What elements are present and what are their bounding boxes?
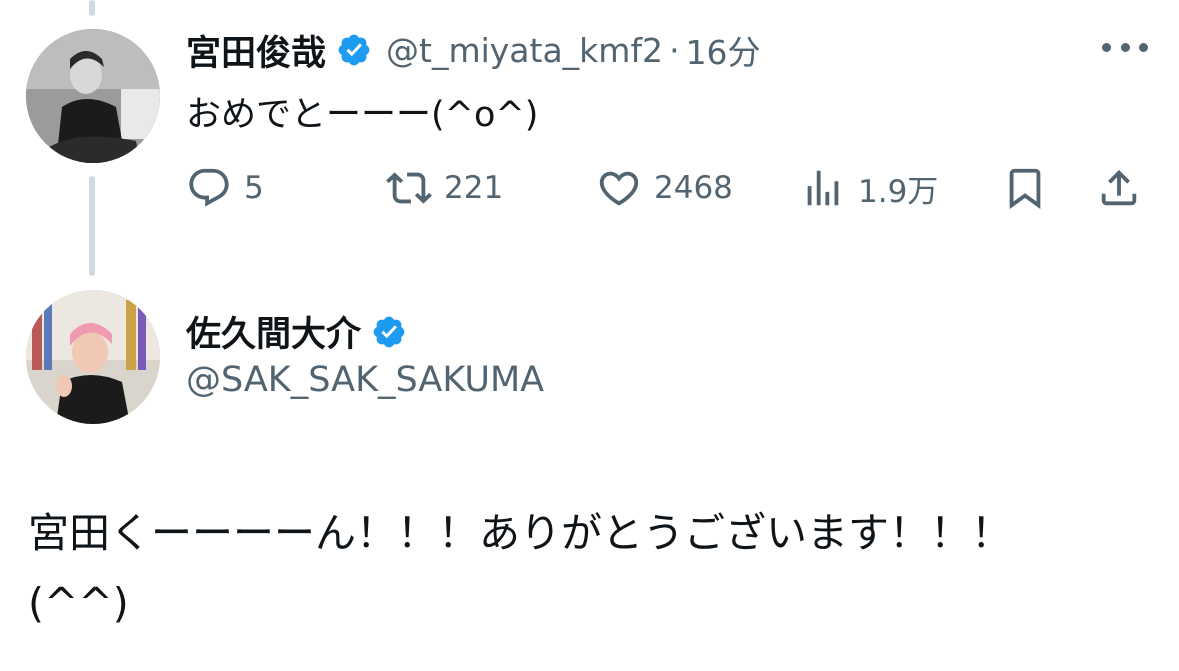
thread-connector [89, 176, 95, 276]
like-button[interactable]: 2468 [596, 160, 733, 216]
heart-icon [596, 165, 642, 211]
reply-text-line-1: 宮田くーーーーん！！！ありがとうございます！！！ [28, 509, 1012, 557]
like-count: 2468 [654, 170, 733, 206]
tweet-header: 宮田俊哉 @t_miyata_kmf2 · 16分 [186, 26, 761, 74]
views-icon [800, 165, 846, 211]
share-icon [1096, 165, 1142, 211]
verified-badge-icon [336, 32, 372, 68]
retweet-icon [386, 165, 432, 211]
tweet-actions: 5 221 2468 1.9万 [186, 160, 1146, 216]
reply-icon [186, 165, 232, 211]
reply-text-line-2: (^^) [28, 579, 129, 627]
reply-count: 5 [244, 170, 264, 206]
avatar-image [26, 29, 160, 163]
thread-connector-top [89, 0, 95, 16]
reply-button[interactable]: 5 [186, 160, 264, 216]
avatar-image [26, 290, 160, 424]
bookmark-button[interactable] [1002, 160, 1048, 216]
avatar-sakuma[interactable] [26, 290, 160, 424]
retweet-count: 221 [444, 170, 504, 206]
avatar-miyata[interactable] [26, 29, 160, 163]
reply-header: 佐久間大介 [186, 306, 407, 357]
meta-separator: · [669, 30, 680, 70]
retweet-button[interactable]: 221 [386, 160, 503, 216]
views-button[interactable]: 1.9万 [800, 160, 938, 216]
reply-author-name[interactable]: 佐久間大介 [186, 306, 361, 357]
tweet-text: おめでとーーー(^o^) [186, 95, 539, 135]
reply-text: 宮田くーーーーん！！！ありがとうございます！！！ (^^) [28, 498, 1148, 638]
verified-badge-icon [371, 314, 407, 350]
tweet-thread: 宮田俊哉 @t_miyata_kmf2 · 16分 おめでとーーー(^o^) 5… [0, 0, 1179, 671]
bookmark-icon [1002, 165, 1048, 211]
author-name[interactable]: 宮田俊哉 [186, 25, 326, 76]
more-options-icon[interactable] [1102, 40, 1148, 54]
reply-author-handle[interactable]: @SAK_SAK_SAKUMA [186, 360, 544, 400]
tweet-timestamp[interactable]: 16分 [686, 26, 761, 74]
views-count: 1.9万 [858, 173, 939, 210]
author-handle[interactable]: @t_miyata_kmf2 [386, 31, 663, 70]
share-button[interactable] [1096, 160, 1142, 216]
